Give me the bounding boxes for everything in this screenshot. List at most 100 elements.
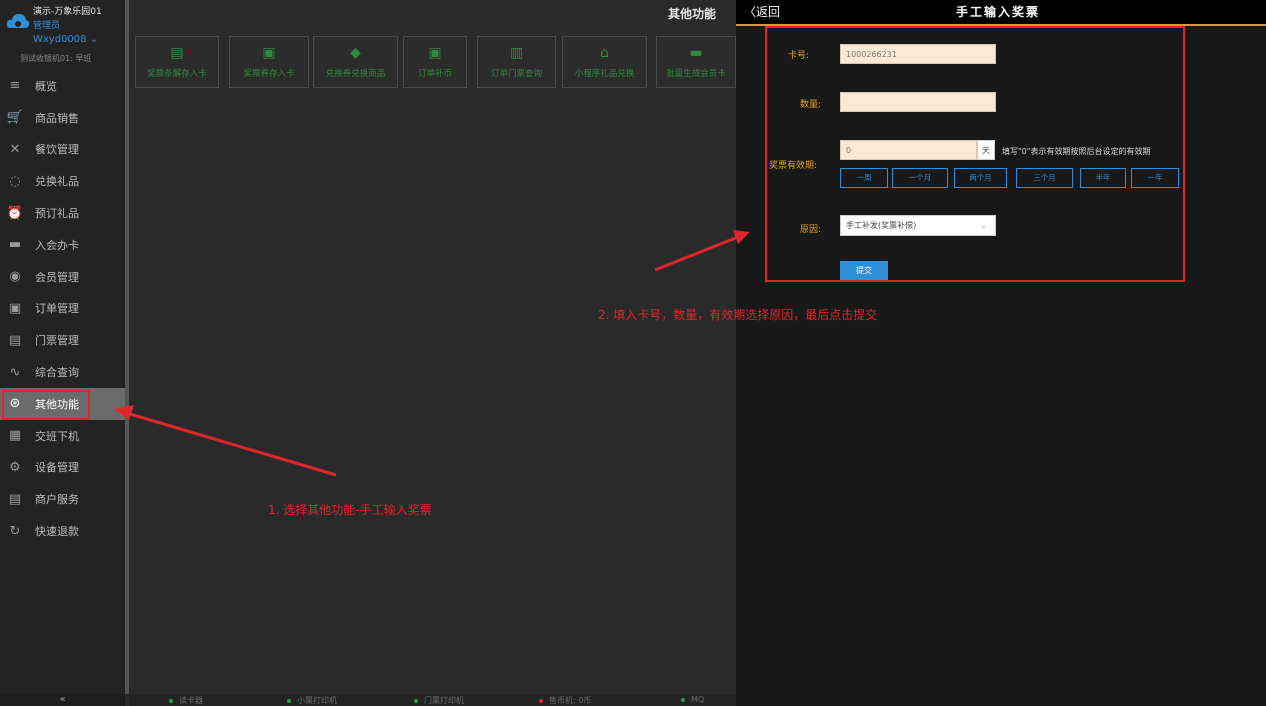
sidebar-item-label: 订单管理: [35, 302, 79, 316]
function-tile[interactable]: ◆ 兑换券兑换商品: [313, 36, 398, 88]
sidebar-item-label: 商户服务: [35, 493, 79, 507]
function-tile-label: 批量生成会员卡: [666, 69, 726, 79]
function-tile[interactable]: ▣ 订单补币: [403, 36, 467, 88]
cart-icon: 🛒: [6, 110, 24, 126]
sidebar-item-label: 其他功能: [35, 397, 79, 411]
user-role: 管理员: [33, 21, 61, 31]
gift-icon: ◌: [9, 173, 21, 189]
function-tile-label: 小程序礼品兑换: [574, 69, 635, 79]
sidebar-item-label: 快速退款: [35, 525, 79, 539]
sidebar-item-label: 餐饮管理: [35, 143, 79, 157]
sidebar-item[interactable]: 🛒 商品销售: [0, 102, 125, 134]
status-label: 小票打印机: [297, 696, 337, 705]
sidebar-item[interactable]: ▦ 交班下机: [0, 420, 125, 452]
status-indicator: MQ: [681, 695, 704, 704]
list-icon: ≡: [9, 78, 21, 94]
arrow-line-2: [654, 235, 739, 272]
account-header: 演示-万象乐园01 管理员 Wxyd0008 ⌄ 测试收银机01: 早班: [0, 0, 125, 72]
status-label: 门票打印机: [424, 696, 464, 705]
sidebar-item-label: 概览: [35, 79, 57, 93]
status-dot-icon: [681, 697, 685, 702]
card-icon: ▬: [689, 45, 703, 61]
function-tile-label: 订单门票查询: [490, 69, 542, 79]
highlight-box-form: [765, 26, 1185, 282]
sidebar-item-label: 兑换礼品: [35, 175, 79, 189]
sidebar-item[interactable]: ⏰ 预订礼品: [0, 197, 125, 229]
cloud-logo-icon: [6, 14, 30, 28]
terminal-shift: 测试收银机01: 早班: [20, 54, 92, 63]
status-dot-icon: [169, 698, 173, 703]
sidebar-item-label: 会员管理: [35, 270, 79, 284]
status-label: 售币机: 0币: [549, 696, 592, 705]
sidebar-item[interactable]: ◉ 会员管理: [0, 261, 125, 293]
function-tile[interactable]: ▣ 奖票券存入卡: [229, 36, 309, 88]
sidebar-item[interactable]: ≡ 概览: [0, 70, 125, 102]
clipboard-icon: ▣: [8, 300, 22, 316]
sidebar-item[interactable]: ▤ 商户服务: [0, 483, 125, 515]
ledger-icon: ▤: [8, 491, 22, 507]
sidebar-item[interactable]: ▤ 门票管理: [0, 324, 125, 356]
status-bar: 读卡器 小票打印机 门票打印机 售币机: 0币 MQ: [129, 694, 736, 706]
page-title: 其他功能: [668, 7, 717, 21]
status-label: 读卡器: [179, 696, 203, 705]
function-tile-label: 兑换券兑换商品: [325, 69, 386, 79]
function-tile-label: 奖票券存入卡: [243, 69, 295, 79]
function-tile[interactable]: ▤ 奖票条解存入卡: [135, 36, 219, 88]
sidebar-item-label: 预订礼品: [35, 207, 79, 221]
annotation-step-1: 1. 选择其他功能-手工输入奖票: [268, 503, 432, 517]
sidebar-item[interactable]: ◌ 兑换礼品: [0, 165, 125, 197]
printer-icon: ▤: [8, 332, 22, 348]
ticket-icon: ▣: [262, 45, 276, 61]
sidebar-item[interactable]: ⚙ 设备管理: [0, 452, 125, 484]
sidebar-item[interactable]: ∿ 综合查询: [0, 356, 125, 388]
function-tile[interactable]: ▬ 批量生成会员卡: [656, 36, 736, 88]
alarm-icon: ⏰: [6, 205, 24, 221]
sidebar-item[interactable]: ▣ 订单管理: [0, 293, 125, 325]
status-dot-icon: [287, 698, 291, 703]
status-dot-icon: [414, 698, 418, 703]
tag-icon: ◆: [350, 45, 361, 61]
collapse-sidebar-button[interactable]: «: [0, 694, 125, 706]
function-tile[interactable]: ▥ 订单门票查询: [477, 36, 556, 88]
status-indicator: 门票打印机: [414, 695, 464, 706]
sidebar-item-label: 综合查询: [35, 366, 79, 380]
sidebar-item-label: 交班下机: [35, 429, 79, 443]
sidebar-item-label: 商品销售: [35, 111, 79, 125]
sidebar: 演示-万象乐园01 管理员 Wxyd0008 ⌄ 测试收银机01: 早班 ≡ 概览…: [0, 0, 125, 694]
status-dot-icon: [539, 698, 543, 703]
panel-header: 〈返回 手工输入奖票: [736, 0, 1266, 26]
member-icon: ◉: [9, 269, 21, 285]
sidebar-item[interactable]: ✕ 餐饮管理: [0, 134, 125, 166]
status-indicator: 小票打印机: [287, 695, 337, 706]
basket-icon: ⌂: [600, 45, 609, 61]
back-button[interactable]: 〈返回: [744, 3, 780, 20]
book-icon: ▥: [509, 45, 524, 61]
status-indicator: 读卡器: [169, 695, 203, 706]
sidebar-nav: ≡ 概览 🛒 商品销售 ✕ 餐饮管理 ◌ 兑换礼品 ⏰ 预订礼品 ▬ 入会办卡 ◉ 会员管理 ▣ 订单管理 ▤ 门…: [0, 70, 125, 547]
gear-icon: ⚙: [9, 459, 21, 475]
sidebar-item[interactable]: ▬ 入会办卡: [0, 229, 125, 261]
calculator-icon: ▦: [8, 428, 22, 444]
receipt-icon: ▤: [170, 45, 184, 61]
sidebar-item[interactable]: ↻ 快速退款: [0, 515, 125, 547]
sidebar-divider: [125, 0, 129, 694]
refresh-icon: ↻: [9, 523, 21, 539]
function-tile-label: 订单补币: [417, 69, 452, 79]
function-tile[interactable]: ⌂ 小程序礼品兑换: [562, 36, 647, 88]
clipboard-icon: ▣: [428, 45, 442, 61]
sidebar-item-label: 门票管理: [35, 334, 79, 348]
pulse-icon: ∿: [9, 364, 21, 380]
annotation-step-2: 2. 填入卡号，数量，有效期选择原因，最后点击提交: [598, 308, 878, 322]
status-label: MQ: [691, 695, 705, 704]
store-name: 演示-万象乐园01: [33, 7, 102, 17]
function-tile-label: 奖票条解存入卡: [147, 69, 207, 79]
user-dropdown[interactable]: Wxyd0008 ⌄: [33, 34, 98, 45]
dial-icon: ⊛: [9, 396, 21, 412]
arrow-line-1: [129, 412, 337, 477]
card-icon: ▬: [8, 237, 22, 253]
panel-title: 手工输入奖票: [956, 5, 1041, 19]
sidebar-item-label: 设备管理: [35, 461, 79, 475]
sidebar-item[interactable]: ⊛ 其他功能: [0, 387, 125, 420]
manual-ticket-panel: 〈返回 手工输入奖票 卡号: 1000266231 数量: 奖票有效期: 0 天…: [736, 0, 1266, 706]
sidebar-item-label: 入会办卡: [35, 238, 79, 252]
